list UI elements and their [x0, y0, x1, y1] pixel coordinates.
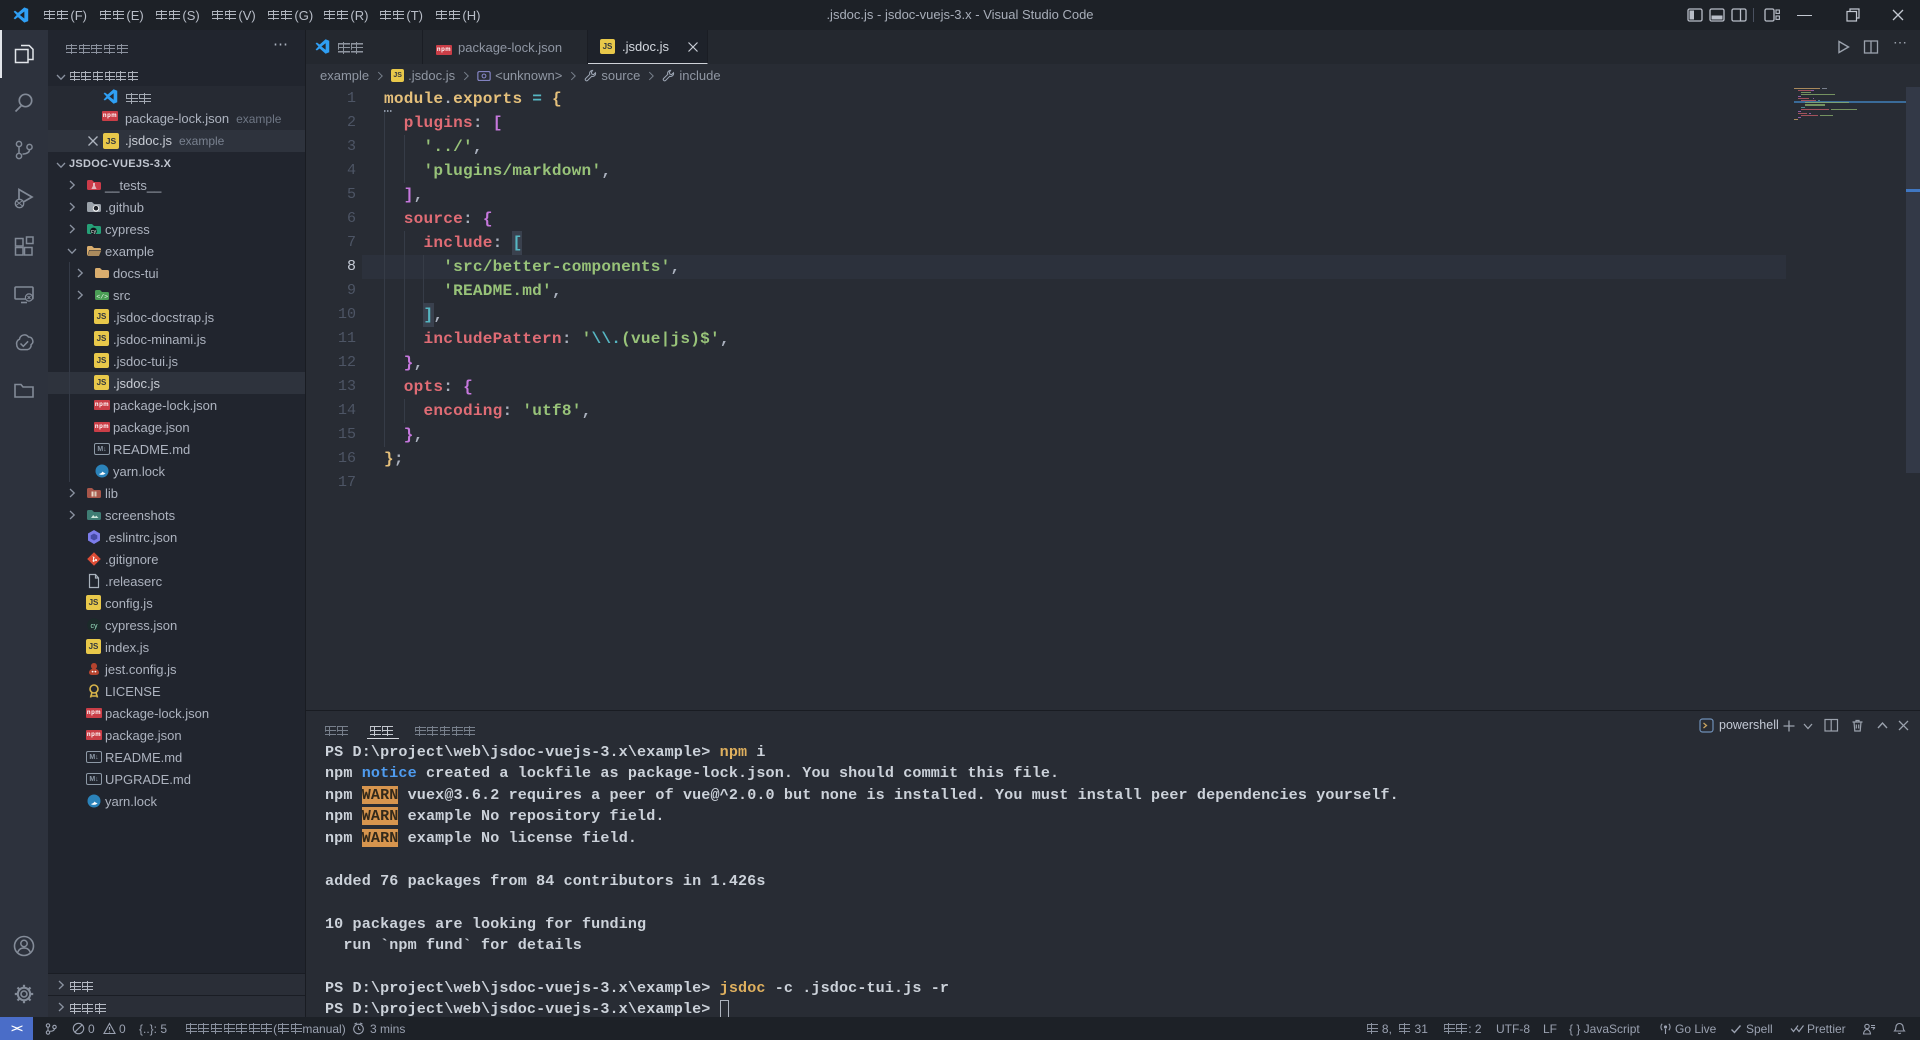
svg-text:cy: cy	[91, 623, 99, 630]
svg-text:cy: cy	[91, 229, 97, 235]
svg-text:</>: </>	[96, 293, 108, 300]
